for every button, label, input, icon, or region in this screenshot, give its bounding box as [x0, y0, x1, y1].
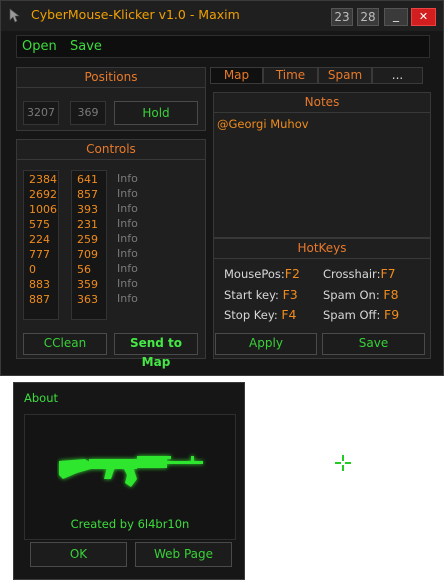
- close-button[interactable]: ✕: [411, 8, 436, 26]
- tab-map[interactable]: Map: [210, 67, 263, 84]
- about-content: Created by 6l4br10n: [24, 414, 236, 540]
- send-to-map-button[interactable]: Send to Map: [114, 333, 198, 369]
- hotkey-stop: Stop Key: F4: [224, 307, 297, 322]
- hotkey-label: Crosshair:: [323, 267, 381, 281]
- titlebar[interactable]: CyberMouse-Klicker v1.0 - Maxim 23 28 _ …: [1, 1, 443, 31]
- notes-panel: Notes @Georgi Muhov: [213, 92, 431, 238]
- tab-more[interactable]: ...: [372, 67, 423, 84]
- controls-info-list: Info Info Info Info Info Info Info Info …: [117, 170, 157, 320]
- control-info-label[interactable]: Info: [117, 172, 138, 185]
- hotkey-key: F3: [282, 287, 298, 302]
- web-page-button[interactable]: Web Page: [135, 542, 232, 567]
- created-by-label: Created by 6l4br10n: [70, 517, 190, 531]
- control-x-value: 2692: [29, 188, 57, 201]
- hotkey-label: MousePos:: [224, 267, 285, 281]
- control-x-value: 575: [29, 218, 50, 231]
- control-y-value: 231: [77, 218, 98, 231]
- menu-bar: Open Save: [16, 35, 430, 58]
- control-x-value: 2384: [29, 173, 57, 186]
- mouse-icon: [9, 8, 20, 23]
- hotkey-key: F9: [384, 307, 400, 322]
- window-title: CyberMouse-Klicker v1.0 - Maxim: [31, 7, 240, 22]
- hotkey-key: F8: [383, 287, 399, 302]
- hotkey-mousepos: MousePos:F2: [224, 266, 300, 281]
- control-x-value: 224: [29, 233, 50, 246]
- controls-panel: Controls 2384 2692 1006 575 224 777 0 88…: [16, 139, 206, 369]
- control-y-value: 359: [77, 278, 98, 291]
- hotkeys-panel: HotKeys MousePos:F2 Crosshair:F7 Start k…: [213, 238, 431, 359]
- titlebar-counter-button-2[interactable]: 28: [357, 8, 379, 26]
- tab-time[interactable]: Time: [263, 67, 318, 84]
- hotkey-label: Spam Off:: [323, 308, 381, 322]
- control-x-value: 887: [29, 293, 50, 306]
- about-window: About Created by 6l4br10n OK Web Page: [13, 382, 245, 580]
- control-y-value: 56: [77, 263, 91, 276]
- menu-open[interactable]: Open: [22, 39, 57, 54]
- hotkey-key: F2: [284, 266, 300, 281]
- titlebar-counter-button-1[interactable]: 23: [331, 8, 353, 26]
- menu-save[interactable]: Save: [70, 39, 102, 54]
- control-y-value: 857: [77, 188, 98, 201]
- control-info-label[interactable]: Info: [117, 187, 138, 200]
- hotkey-spam-off: Spam Off: F9: [323, 307, 399, 322]
- hotkey-key: F7: [380, 266, 396, 281]
- about-title: About: [24, 391, 59, 405]
- hotkeys-header: HotKeys: [214, 239, 430, 259]
- control-info-label[interactable]: Info: [117, 232, 138, 245]
- control-y-value: 259: [77, 233, 98, 246]
- apply-button[interactable]: Apply: [215, 333, 317, 355]
- position-y-field[interactable]: 369: [70, 101, 106, 125]
- positions-panel: Positions 3207 369 Hold: [16, 67, 206, 131]
- crosshair-cursor-icon: [335, 455, 351, 471]
- control-info-label[interactable]: Info: [117, 262, 138, 275]
- position-x-field[interactable]: 3207: [23, 101, 59, 125]
- hotkey-start: Start key: F3: [224, 287, 298, 302]
- hotkey-key: F4: [281, 307, 297, 322]
- controls-header: Controls: [17, 140, 205, 160]
- notes-textarea[interactable]: @Georgi Muhov: [217, 117, 309, 131]
- control-y-value: 363: [77, 293, 98, 306]
- controls-y-list[interactable]: 641 857 393 231 259 709 56 359 363: [71, 170, 107, 320]
- control-info-label[interactable]: Info: [117, 277, 138, 290]
- control-x-value: 0: [29, 263, 36, 276]
- main-window: CyberMouse-Klicker v1.0 - Maxim 23 28 _ …: [0, 0, 444, 376]
- control-x-value: 1006: [29, 203, 57, 216]
- control-y-value: 393: [77, 203, 98, 216]
- control-info-label[interactable]: Info: [117, 292, 138, 305]
- hotkey-crosshair: Crosshair:F7: [323, 266, 396, 281]
- ok-button[interactable]: OK: [30, 542, 127, 567]
- control-y-value: 641: [77, 173, 98, 186]
- minimize-button[interactable]: _: [384, 8, 408, 26]
- control-info-label[interactable]: Info: [117, 247, 138, 260]
- controls-x-list[interactable]: 2384 2692 1006 575 224 777 0 883 887: [23, 170, 59, 320]
- control-x-value: 777: [29, 248, 50, 261]
- hotkey-spam-on: Spam On: F8: [323, 287, 399, 302]
- hotkey-label: Start key:: [224, 288, 279, 302]
- notes-header: Notes: [214, 93, 430, 113]
- control-info-label[interactable]: Info: [117, 202, 138, 215]
- hold-button[interactable]: Hold: [114, 101, 198, 125]
- rifle-icon: [59, 456, 203, 487]
- control-x-value: 883: [29, 278, 50, 291]
- hotkey-label: Stop Key:: [224, 308, 278, 322]
- control-y-value: 709: [77, 248, 98, 261]
- tab-spam[interactable]: Spam: [318, 67, 372, 84]
- cclean-button[interactable]: CClean: [23, 333, 107, 355]
- hotkeys-save-button[interactable]: Save: [322, 333, 425, 355]
- positions-header: Positions: [17, 68, 205, 88]
- control-info-label[interactable]: Info: [117, 217, 138, 230]
- hotkey-label: Spam On:: [323, 288, 380, 302]
